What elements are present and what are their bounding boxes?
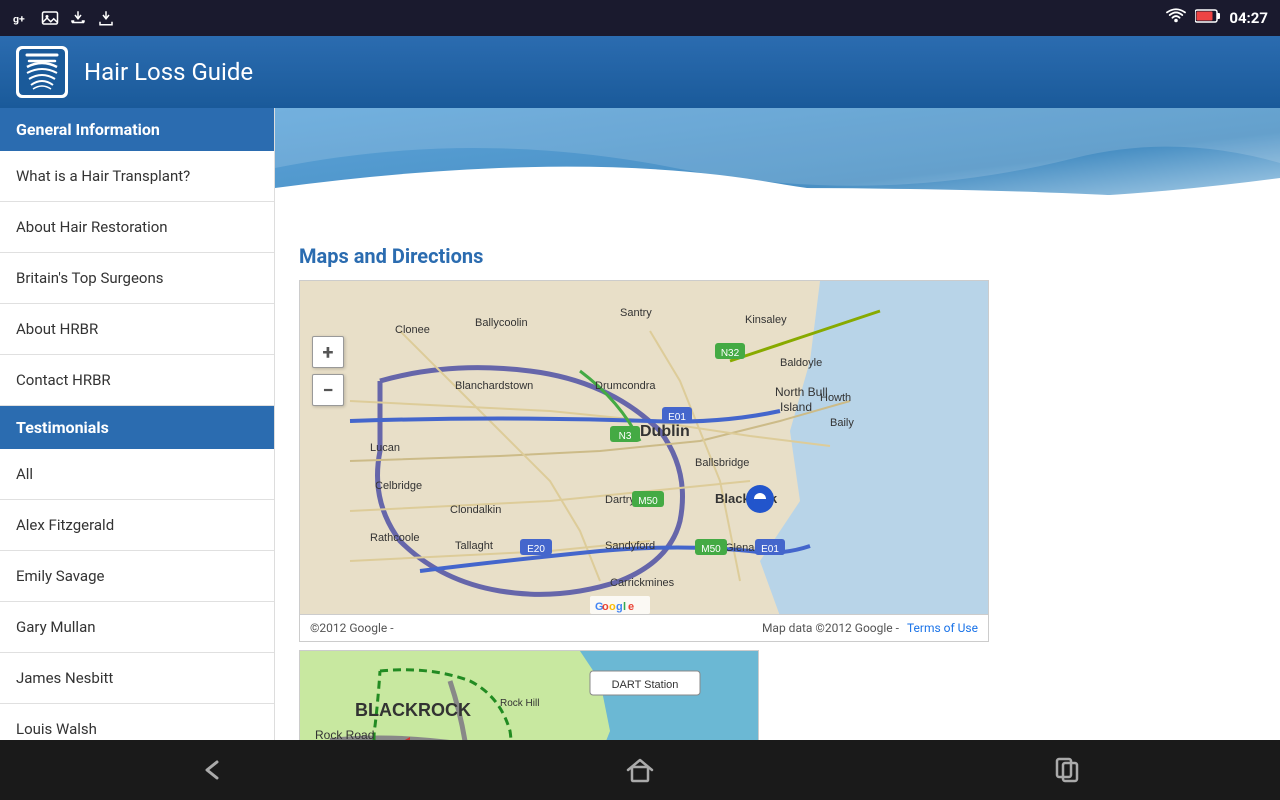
svg-text:N3: N3	[619, 431, 632, 442]
svg-text:Ballsbridge: Ballsbridge	[695, 457, 749, 469]
image-icon	[40, 8, 60, 28]
sidebar-item-britains-top-surgeons[interactable]: Britain's Top Surgeons	[0, 253, 274, 304]
svg-text:Drumcondra: Drumcondra	[595, 380, 656, 392]
svg-text:Santry: Santry	[620, 307, 652, 319]
map-container[interactable]: Clonee Ballycoolin Santry Kinsaley Baldo…	[299, 280, 989, 615]
status-bar: g+ 04:27	[0, 0, 1280, 36]
svg-text:Dublin: Dublin	[640, 423, 690, 440]
svg-text:e: e	[628, 601, 634, 613]
svg-text:M50: M50	[701, 544, 721, 555]
time-display: 04:27	[1229, 9, 1268, 27]
svg-text:Tallaght: Tallaght	[455, 540, 493, 552]
google-plus-icon: g+	[12, 8, 32, 28]
svg-text:Baily: Baily	[830, 417, 854, 429]
svg-text:Island: Island	[780, 400, 812, 414]
svg-text:Rock Road: Rock Road	[315, 728, 374, 740]
svg-text:Carrickmines: Carrickmines	[610, 577, 675, 589]
svg-text:Ballycoolin: Ballycoolin	[475, 317, 528, 329]
sidebar-header-testimonials: Testimonials	[0, 406, 274, 449]
svg-text:g: g	[616, 601, 623, 613]
zoom-out-button[interactable]: −	[312, 374, 344, 406]
sidebar-item-about-hair-restoration[interactable]: About Hair Restoration	[0, 202, 274, 253]
sidebar-item-about-hrbr[interactable]: About HRBR	[0, 304, 274, 355]
bottom-nav	[0, 740, 1280, 800]
terms-of-use-link[interactable]: Terms of Use	[907, 621, 978, 635]
content-inner: Maps and Directions	[275, 228, 1280, 740]
svg-text:Sandyford: Sandyford	[605, 540, 655, 552]
status-bar-right: 04:27	[1165, 7, 1268, 29]
map-inner: Clonee Ballycoolin Santry Kinsaley Baldo…	[300, 281, 988, 614]
status-bar-left: g+	[12, 8, 116, 28]
download-icon	[68, 8, 88, 28]
svg-text:Clonee: Clonee	[395, 324, 430, 336]
sidebar: General Information What is a Hair Trans…	[0, 108, 275, 740]
svg-text:E01: E01	[668, 412, 686, 423]
sidebar-item-all[interactable]: All	[0, 449, 274, 500]
svg-text:DART Station: DART Station	[612, 679, 679, 691]
sidebar-item-emily-savage[interactable]: Emily Savage	[0, 551, 274, 602]
svg-text:E20: E20	[527, 544, 545, 555]
app-title: Hair Loss Guide	[84, 58, 253, 86]
svg-text:g+: g+	[13, 13, 25, 26]
sidebar-item-alex-fitzgerald[interactable]: Alex Fitzgerald	[0, 500, 274, 551]
sidebar-item-hair-transplant[interactable]: What is a Hair Transplant?	[0, 151, 274, 202]
map-caption-copyright: Map data ©2012 Google -	[762, 621, 899, 635]
app-header: Hair Loss Guide	[0, 36, 1280, 108]
content-wave-header	[275, 108, 1280, 228]
svg-text:M50: M50	[638, 496, 658, 507]
svg-text:Rathcoole: Rathcoole	[370, 532, 420, 544]
svg-text:o: o	[609, 601, 616, 613]
content-area: Maps and Directions	[275, 108, 1280, 740]
home-button[interactable]	[600, 748, 680, 792]
app-logo	[16, 46, 68, 98]
zoom-in-button[interactable]: +	[312, 336, 344, 368]
sidebar-item-louis-walsh[interactable]: Louis Walsh	[0, 704, 274, 740]
back-button[interactable]	[173, 748, 253, 792]
svg-text:l: l	[623, 601, 626, 613]
svg-text:Rock Hill: Rock Hill	[500, 698, 539, 709]
download-alt-icon	[96, 8, 116, 28]
svg-text:E01: E01	[761, 544, 779, 555]
svg-text:Celbridge: Celbridge	[375, 480, 422, 492]
svg-text:Baldoyle: Baldoyle	[780, 357, 822, 369]
sidebar-item-gary-mullan[interactable]: Gary Mullan	[0, 602, 274, 653]
battery-icon	[1195, 9, 1221, 27]
secondary-map: Rock Road BLACKROCK DART Station Blackro…	[299, 650, 759, 740]
svg-text:Kinsaley: Kinsaley	[745, 314, 787, 326]
sidebar-item-contact-hrbr[interactable]: Contact HRBR	[0, 355, 274, 406]
sidebar-item-james-nesbitt[interactable]: James Nesbitt	[0, 653, 274, 704]
map-caption-copyright-left: ©2012 Google -	[310, 621, 394, 635]
svg-text:N32: N32	[721, 348, 740, 359]
map-caption: ©2012 Google - Map data ©2012 Google - T…	[299, 615, 989, 642]
wifi-icon	[1165, 7, 1187, 29]
main-layout: General Information What is a Hair Trans…	[0, 108, 1280, 740]
svg-text:o: o	[602, 601, 609, 613]
svg-text:Clondalkin: Clondalkin	[450, 504, 501, 516]
sidebar-header-general: General Information	[0, 108, 274, 151]
recents-button[interactable]	[1027, 748, 1107, 792]
svg-text:Blanchardstown: Blanchardstown	[455, 380, 533, 392]
svg-text:Dartry: Dartry	[605, 494, 635, 506]
maps-title: Maps and Directions	[299, 244, 1256, 268]
svg-text:Lucan: Lucan	[370, 442, 400, 454]
svg-text:BLACKROCK: BLACKROCK	[355, 700, 471, 720]
svg-text:North Bull: North Bull	[775, 385, 828, 399]
